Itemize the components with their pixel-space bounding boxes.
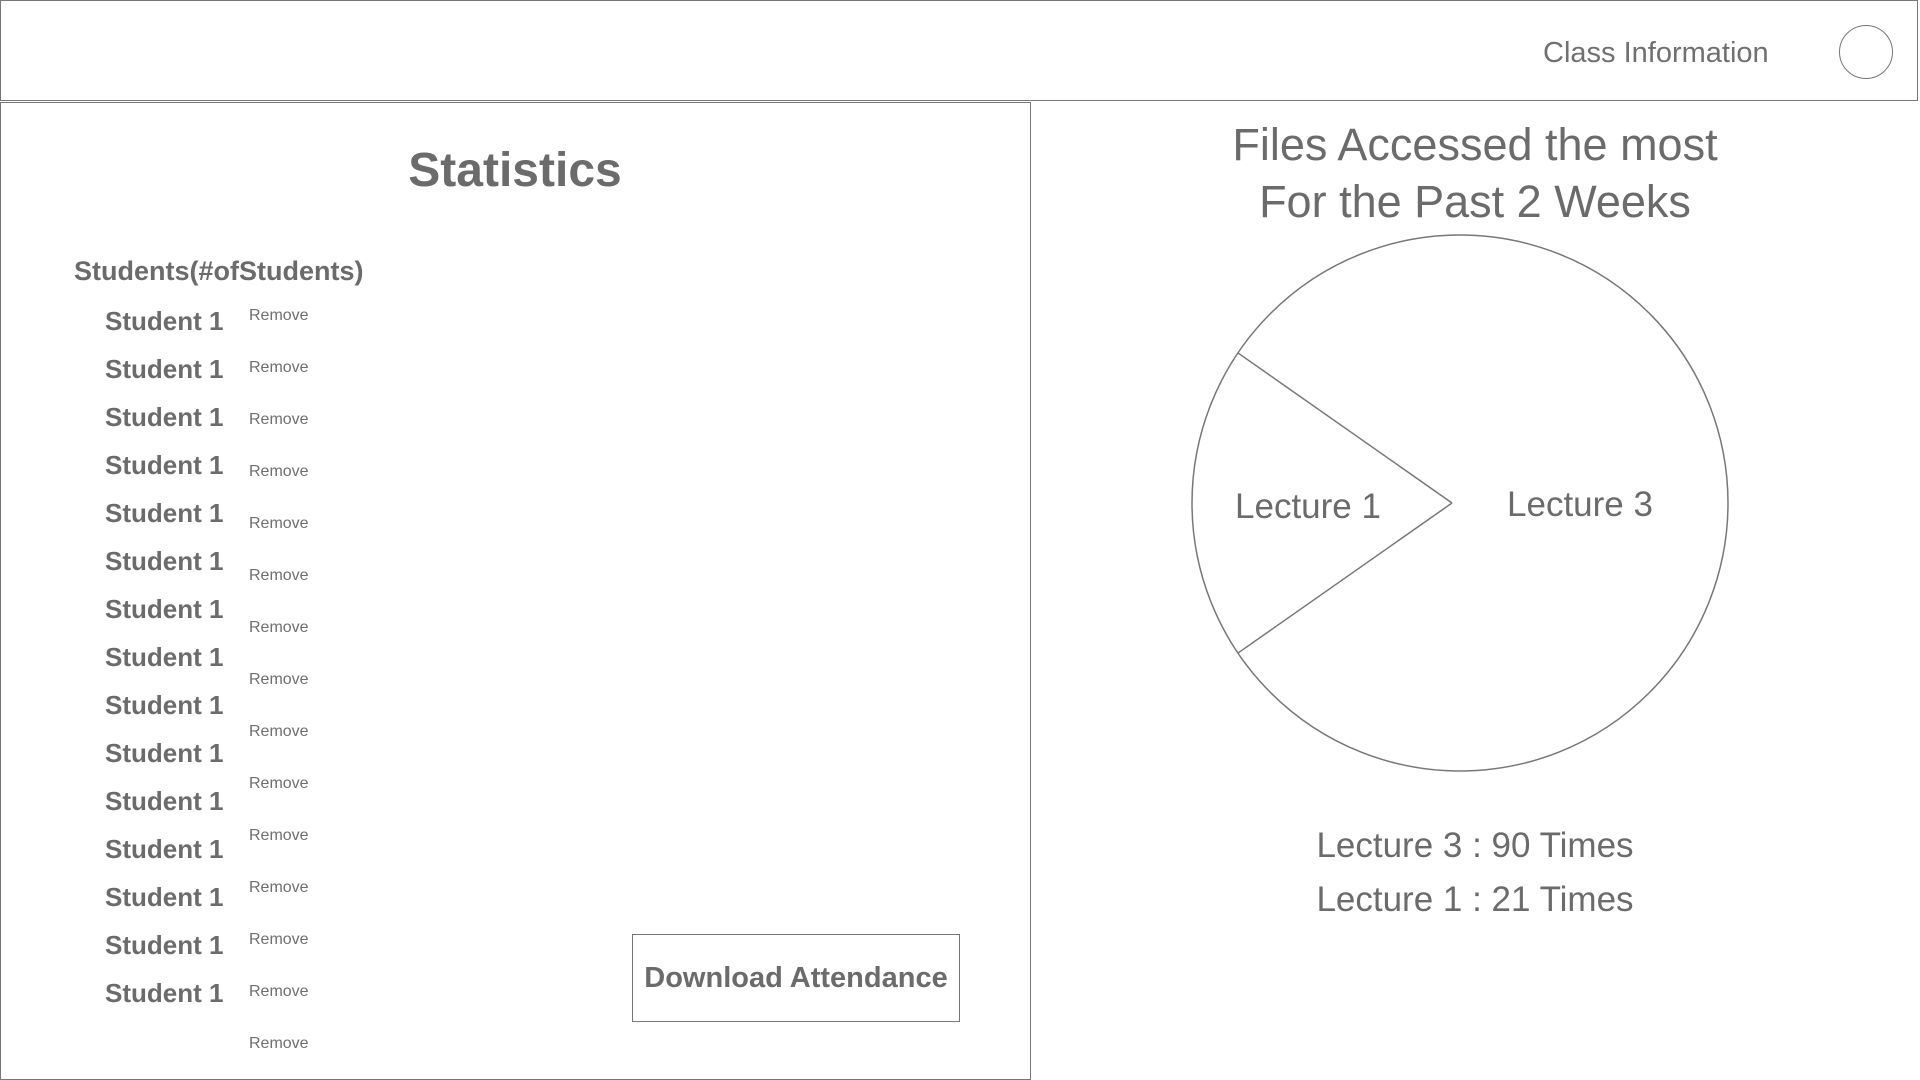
student-name: Student 1: [105, 498, 224, 528]
student-name: Student 1: [105, 882, 224, 912]
download-attendance-button[interactable]: Download Attendance: [632, 934, 960, 1022]
student-name: Student 1: [105, 690, 224, 720]
remove-student-link[interactable]: Remove: [249, 931, 309, 949]
student-name: Student 1: [105, 738, 224, 768]
student-name: Student 1: [105, 306, 224, 336]
student-name: Student 1: [105, 930, 224, 960]
legend-line-lecture-1: Lecture 1 : 21 Times: [1316, 880, 1634, 919]
remove-student-link[interactable]: Remove: [249, 567, 309, 585]
avatar-icon[interactable]: [1839, 25, 1893, 79]
remove-student-link[interactable]: Remove: [249, 411, 309, 429]
student-name: Student 1: [105, 978, 224, 1008]
files-title-line2: For the Past 2 Weeks: [1259, 176, 1691, 227]
remove-student-link[interactable]: Remove: [249, 983, 309, 1001]
remove-student-link[interactable]: Remove: [249, 463, 309, 481]
remove-student-link[interactable]: Remove: [249, 1035, 309, 1053]
statistics-title: Statistics: [408, 144, 622, 197]
files-chart-title: Files Accessed the most For the Past 2 W…: [1120, 116, 1830, 230]
remove-student-link[interactable]: Remove: [249, 723, 309, 741]
student-name: Student 1: [105, 354, 224, 384]
student-name: Student 1: [105, 546, 224, 576]
remove-student-link[interactable]: Remove: [249, 879, 309, 897]
remove-student-link[interactable]: Remove: [249, 359, 309, 377]
remove-student-link[interactable]: Remove: [249, 671, 309, 689]
files-pie-chart: Lecture 3 Lecture 1: [1191, 234, 1729, 772]
remove-student-link[interactable]: Remove: [249, 775, 309, 793]
student-name: Student 1: [105, 450, 224, 480]
students-heading: Students(#ofStudents): [74, 256, 364, 286]
remove-student-link[interactable]: Remove: [249, 827, 309, 845]
remove-student-link[interactable]: Remove: [249, 515, 309, 533]
files-title-line1: Files Accessed the most: [1232, 119, 1718, 170]
class-information-link[interactable]: Class Information: [1543, 37, 1769, 70]
student-name: Student 1: [105, 402, 224, 432]
student-name: Student 1: [105, 786, 224, 816]
student-name: Student 1: [105, 834, 224, 864]
student-name: Student 1: [105, 594, 224, 624]
header-bar: Class Information: [0, 0, 1918, 101]
pie-slice-label: Lecture 1: [1235, 487, 1381, 526]
remove-student-link[interactable]: Remove: [249, 307, 309, 325]
student-name: Student 1: [105, 642, 224, 672]
pie-slice-label: Lecture 3: [1507, 485, 1653, 524]
legend-line-lecture-3: Lecture 3 : 90 Times: [1316, 826, 1634, 865]
remove-student-link[interactable]: Remove: [249, 619, 309, 637]
